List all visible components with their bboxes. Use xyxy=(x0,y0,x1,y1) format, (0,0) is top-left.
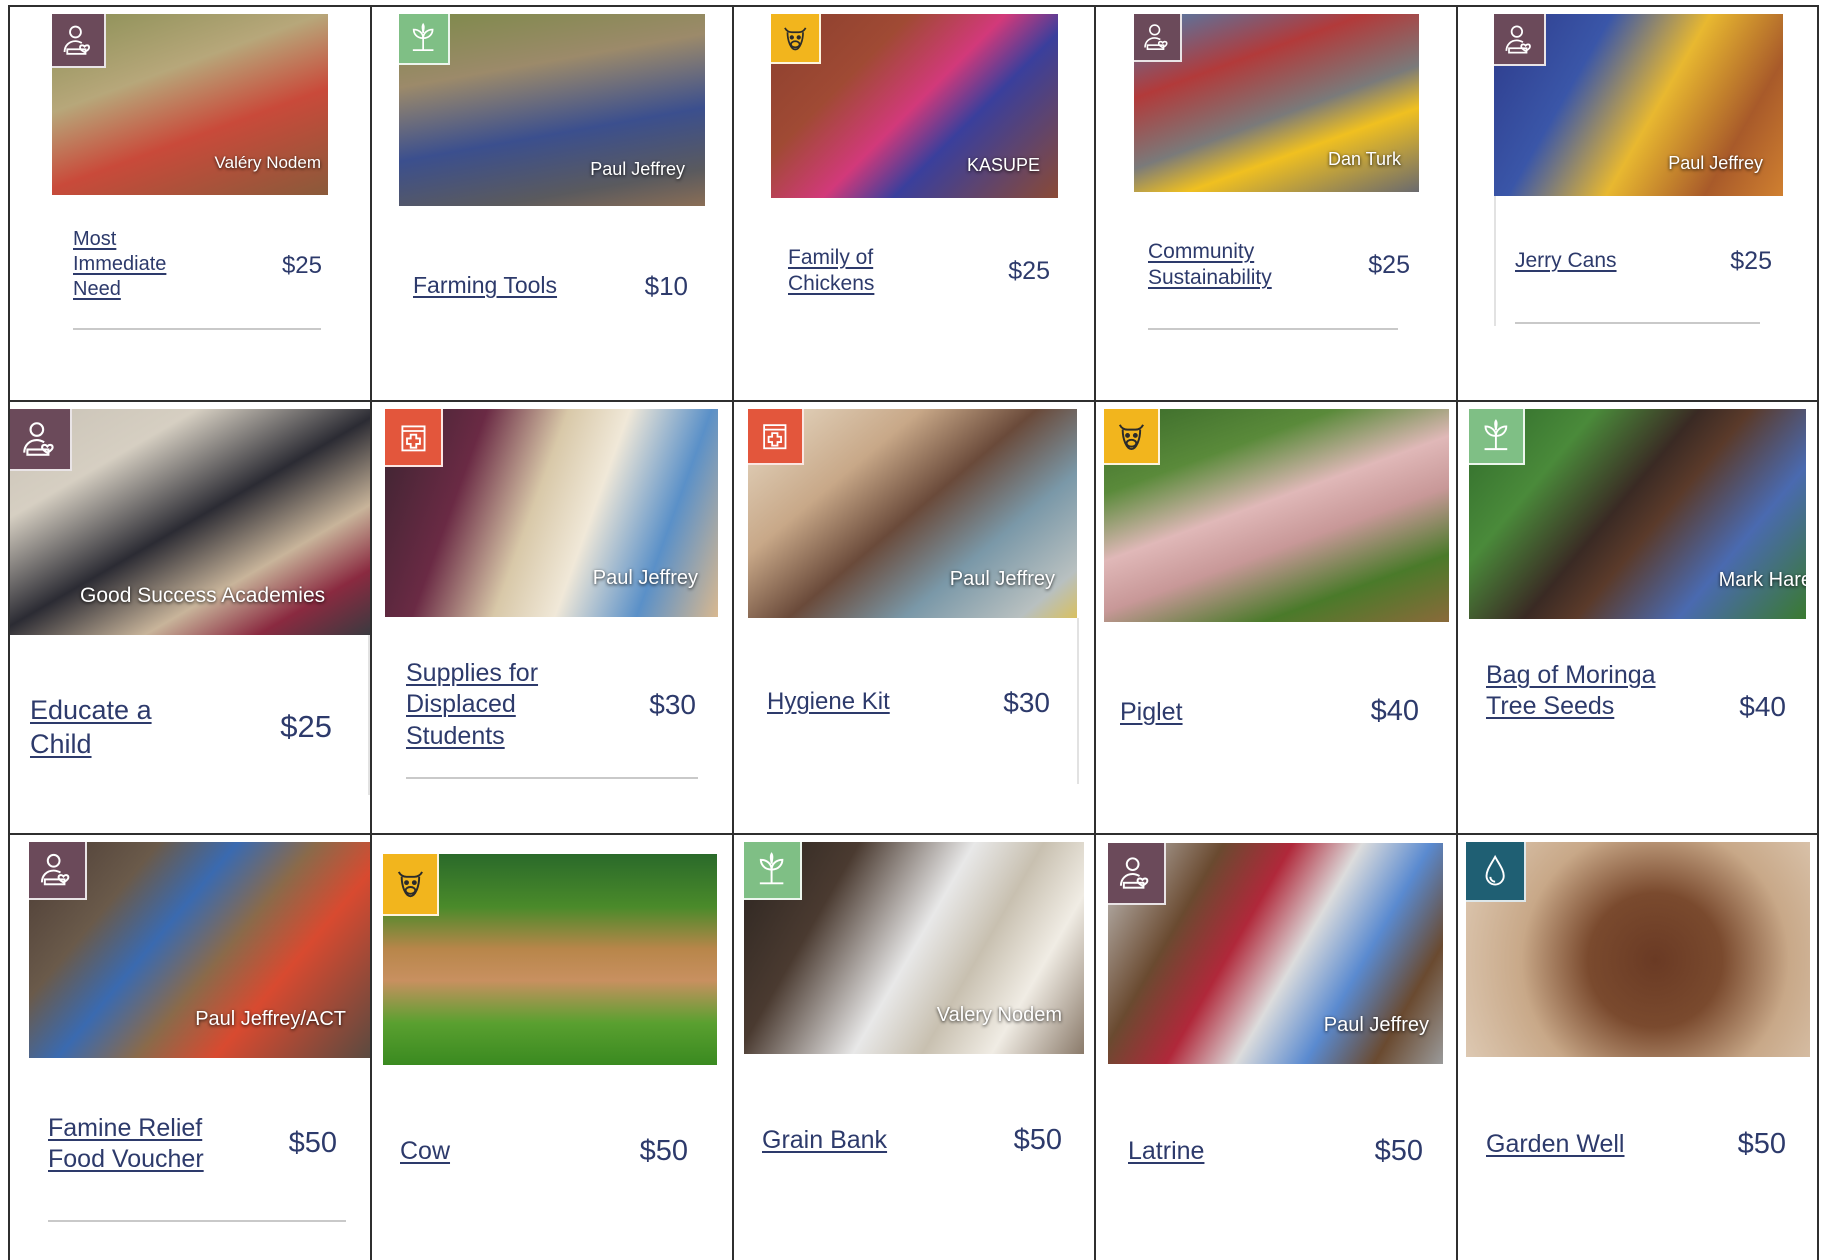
gift-price: $25 xyxy=(281,252,322,279)
divider xyxy=(368,635,370,795)
divider xyxy=(1077,618,1079,784)
cow-icon xyxy=(771,14,821,64)
divider xyxy=(406,777,698,779)
gift-price: $40 xyxy=(1739,691,1786,722)
gift-price: $50 xyxy=(288,1127,337,1159)
gift-card[interactable]: Piglet $40 xyxy=(1096,402,1456,828)
photo-credit: Paul Jeffrey/ACT xyxy=(195,1008,346,1030)
gift-photo[interactable] xyxy=(1466,842,1810,1057)
gift-card[interactable]: Good Success Academies Educate a Child $… xyxy=(10,402,370,828)
gift-name-link[interactable]: Grain Bank xyxy=(762,1125,922,1156)
seedling-icon xyxy=(399,14,450,65)
person-heart-icon xyxy=(1134,14,1182,62)
gift-card[interactable]: Paul Jeffrey Supplies for Displaced Stud… xyxy=(372,402,732,828)
gift-card[interactable]: Paul Jeffrey Jerry Cans $25 xyxy=(1458,7,1818,400)
gift-card[interactable]: Paul Jeffrey Farming Tools $10 xyxy=(372,7,732,400)
gift-photo[interactable]: Paul Jeffrey xyxy=(748,409,1077,618)
gift-photo[interactable]: Valéry Nodem xyxy=(52,14,328,195)
person-heart-icon xyxy=(1494,14,1546,66)
gift-photo[interactable] xyxy=(383,854,717,1065)
photo-credit: Dan Turk xyxy=(1327,149,1401,169)
gift-name-link[interactable]: Community Sustainability xyxy=(1148,239,1318,292)
gift-name-link[interactable]: Famine Relief Food Voucher xyxy=(48,1113,248,1176)
photo-credit: Valery Nodem xyxy=(936,1004,1062,1026)
medical-cross-icon xyxy=(748,409,804,465)
gift-photo[interactable]: KASUPE xyxy=(771,14,1058,198)
photo-credit: Paul Jeffrey xyxy=(1668,153,1763,173)
photo-credit: Paul Jeffrey xyxy=(592,567,698,589)
seedling-icon xyxy=(744,842,802,900)
gift-price: $25 xyxy=(1008,257,1050,285)
gift-price: $40 xyxy=(1370,695,1419,727)
gift-photo[interactable]: Good Success Academies xyxy=(10,409,370,635)
gift-card[interactable]: Paul Jeffrey/ACT Famine Relief Food Vouc… xyxy=(10,835,370,1260)
gift-card[interactable]: Paul Jeffrey Hygiene Kit $30 xyxy=(734,402,1094,828)
gift-photo[interactable]: Paul Jeffrey xyxy=(1494,14,1783,196)
gift-photo[interactable]: Paul Jeffrey xyxy=(399,14,705,206)
water-drop-icon xyxy=(1466,842,1526,902)
gift-photo[interactable]: Dan Turk xyxy=(1134,14,1419,192)
gift-name-link[interactable]: Supplies for Displaced Students xyxy=(406,658,566,752)
gift-name-link[interactable]: Educate a Child xyxy=(30,694,180,762)
gift-photo[interactable]: Mark Hare xyxy=(1469,409,1806,619)
gift-name-link[interactable]: Piglet xyxy=(1120,697,1240,728)
gift-price: $50 xyxy=(1013,1124,1062,1156)
gift-photo[interactable]: Valery Nodem xyxy=(744,842,1084,1054)
gift-photo[interactable]: Paul Jeffrey/ACT xyxy=(29,842,370,1058)
gift-card[interactable]: Mark Hare Bag of Moringa Tree Seeds $40 xyxy=(1458,402,1818,828)
photo-credit: Valéry Nodem xyxy=(214,153,321,172)
photo-credit: Paul Jeffrey xyxy=(949,568,1055,590)
person-heart-icon xyxy=(29,842,87,900)
person-heart-icon xyxy=(52,14,106,68)
gift-name-link[interactable]: Hygiene Kit xyxy=(767,687,927,717)
gift-name-link[interactable]: Bag of Moringa Tree Seeds xyxy=(1486,660,1656,723)
photo-credit: Paul Jeffrey xyxy=(1323,1014,1429,1036)
gift-price: $25 xyxy=(1730,247,1772,275)
gift-price: $25 xyxy=(280,709,332,744)
gift-name-link[interactable]: Jerry Cans xyxy=(1515,248,1665,274)
gift-name-link[interactable]: Most Immediate Need xyxy=(73,227,193,302)
gift-card[interactable]: KASUPE Family of Chickens $25 xyxy=(734,7,1094,400)
seedling-icon xyxy=(1469,409,1525,465)
divider xyxy=(48,1220,346,1222)
gift-price: $10 xyxy=(644,271,688,301)
photo-credit: KASUPE xyxy=(966,155,1040,175)
divider xyxy=(1515,322,1760,324)
person-heart-icon xyxy=(1108,843,1166,905)
photo-credit: Paul Jeffrey xyxy=(590,159,685,179)
gift-photo[interactable]: Paul Jeffrey xyxy=(1108,843,1443,1064)
gift-price: $50 xyxy=(639,1135,688,1167)
photo-credit: Good Success Academies xyxy=(80,584,326,607)
divider xyxy=(1148,328,1398,330)
medical-cross-icon xyxy=(385,409,443,467)
gift-card[interactable]: Valéry Nodem Most Immediate Need $25 xyxy=(10,7,370,400)
gift-name-link[interactable]: Garden Well xyxy=(1486,1129,1666,1160)
gift-photo[interactable]: Paul Jeffrey xyxy=(385,409,718,617)
gift-card[interactable]: Valery Nodem Grain Bank $50 xyxy=(734,835,1094,1260)
gift-price: $50 xyxy=(1737,1128,1786,1160)
gift-name-link[interactable]: Farming Tools xyxy=(413,271,613,300)
gift-price: $25 xyxy=(1368,251,1410,279)
gift-photo[interactable] xyxy=(1104,409,1449,622)
gift-card[interactable]: Paul Jeffrey Latrine $50 xyxy=(1096,835,1456,1260)
gift-name-link[interactable]: Cow xyxy=(400,1136,500,1167)
divider xyxy=(1494,196,1496,326)
divider xyxy=(73,328,321,330)
gift-price: $30 xyxy=(649,689,696,720)
person-heart-icon xyxy=(10,409,72,471)
photo-credit: Mark Hare xyxy=(1718,569,1806,591)
cow-icon xyxy=(1104,409,1160,465)
gift-card[interactable]: Cow $50 xyxy=(372,835,732,1260)
gift-name-link[interactable]: Latrine xyxy=(1128,1136,1238,1167)
cow-icon xyxy=(383,854,439,916)
gift-price: $30 xyxy=(1003,687,1050,718)
gift-card[interactable]: Garden Well $50 xyxy=(1458,835,1818,1260)
gift-price: $50 xyxy=(1374,1135,1423,1167)
gift-card[interactable]: Dan Turk Community Sustainability $25 xyxy=(1096,7,1456,400)
gift-name-link[interactable]: Family of Chickens xyxy=(788,245,928,298)
